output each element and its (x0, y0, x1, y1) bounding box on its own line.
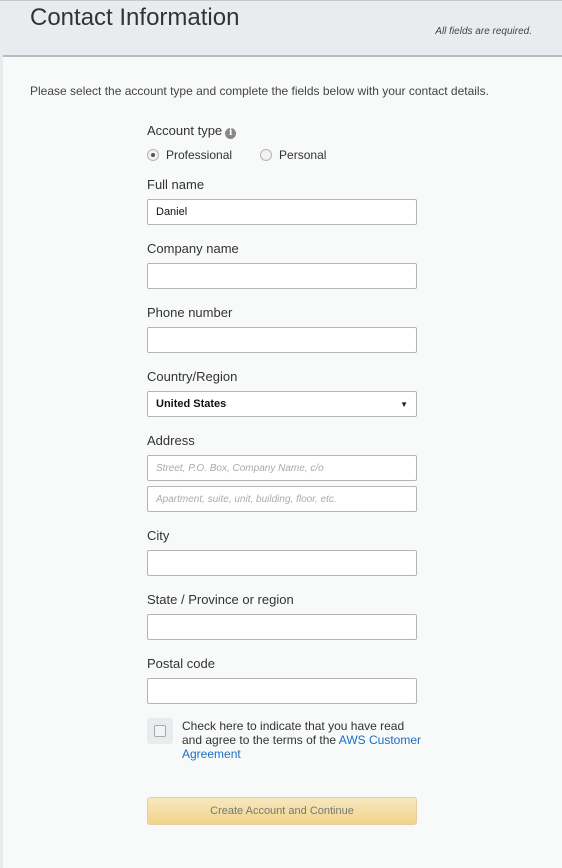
postal-code-input[interactable] (147, 678, 417, 704)
address-line2-input[interactable]: Apartment, suite, unit, building, floor,… (147, 486, 417, 512)
page-header: Contact Information All fields are requi… (0, 0, 562, 56)
required-note: All fields are required. (435, 26, 532, 37)
full-name-input[interactable]: Daniel (147, 199, 417, 225)
agreement-checkbox[interactable] (147, 718, 173, 744)
state-input[interactable] (147, 614, 417, 640)
company-name-input[interactable] (147, 263, 417, 289)
state-label: State / Province or region (147, 592, 294, 607)
contact-form-panel: Please select the account type and compl… (3, 55, 562, 868)
radio-personal-input[interactable] (260, 149, 273, 161)
phone-number-input[interactable] (147, 327, 417, 353)
create-account-button[interactable]: Create Account and Continue (147, 797, 417, 825)
info-icon[interactable]: i (225, 128, 237, 139)
postal-code-label: Postal code (147, 656, 215, 671)
phone-number-label: Phone number (147, 305, 233, 320)
checkbox-icon (154, 725, 166, 737)
country-value: United States (156, 398, 227, 410)
chevron-down-icon: ▼ (400, 399, 408, 409)
country-label: Country/Region (147, 369, 238, 384)
radio-personal[interactable]: Personal (260, 148, 326, 162)
city-input[interactable] (147, 550, 417, 576)
intro-text: Please select the account type and compl… (30, 84, 489, 98)
company-name-label: Company name (147, 241, 239, 256)
agreement-text: Check here to indicate that you have rea… (182, 719, 422, 761)
radio-professional[interactable]: Professional (147, 148, 232, 162)
account-type-label: Account type i (147, 123, 237, 139)
country-select[interactable]: United States ▼ (147, 391, 417, 417)
address-line1-input[interactable]: Street, P.O. Box, Company Name, c/o (147, 455, 417, 481)
city-label: City (147, 528, 170, 543)
full-name-label: Full name (147, 177, 205, 192)
address-label: Address (147, 433, 195, 448)
account-type-options: Professional Personal (147, 148, 326, 162)
page-title: Contact Information (30, 4, 240, 31)
radio-professional-input[interactable] (147, 149, 159, 161)
